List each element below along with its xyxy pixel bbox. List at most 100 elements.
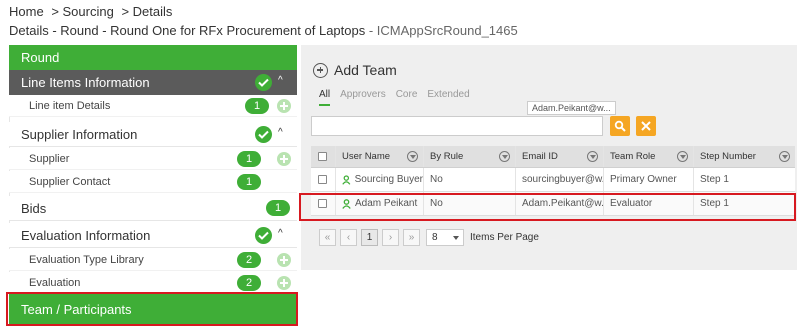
add-icon[interactable] [277,253,291,267]
items-per-page-select[interactable]: 8 [426,229,464,246]
filter-icon[interactable] [587,151,598,162]
current-page[interactable]: 1 [361,229,378,246]
count-badge: 1 [237,151,261,167]
table-row[interactable]: Sourcing Buyer No sourcingbuyer@w... Pri… [311,168,795,192]
sidebar-item-label: Supplier Contact [29,175,111,188]
sidebar: Round Line Items Information ^ Line item… [9,45,297,327]
user-icon [342,174,351,185]
tab-all[interactable]: All [319,89,331,106]
column-label: User Name [342,151,391,162]
filter-icon[interactable] [407,151,418,162]
sidebar-item-label: Line item Details [29,99,111,112]
cell-text: Adam.Peikant@w... [522,198,604,209]
team-table: User Name By Rule Email ID Team Role Ste… [311,146,795,216]
filter-icon[interactable] [779,151,790,162]
breadcrumb-home[interactable]: Home [9,4,44,19]
chevron-up-icon[interactable]: ^ [278,228,283,239]
column-header-by-rule[interactable]: By Rule [424,146,516,167]
sidebar-item-round[interactable]: Round [9,45,297,70]
cell-text: No [430,174,443,185]
sidebar-item-label: Round [21,50,60,65]
close-icon [641,121,651,131]
search-icon [614,120,626,132]
search-input[interactable] [311,116,603,136]
count-badge: 2 [237,252,261,268]
cell-email: Adam.Peikant@w... [516,192,604,215]
cell-user-name: Sourcing Buyer [336,168,424,191]
sidebar-item-evaluation-type-library[interactable]: Evaluation Type Library 2 [9,249,297,271]
column-header-email-id[interactable]: Email ID [516,146,604,167]
items-per-page-label: Items Per Page [470,232,539,243]
sidebar-item-label: Evaluation Type Library [29,253,144,266]
sidebar-item-supplier-information[interactable]: Supplier Information ^ [9,122,297,147]
cell-text: Sourcing Buyer [354,174,423,185]
tooltip: Adam.Peikant@w... [527,101,616,115]
breadcrumb: Home > Sourcing > Details [9,4,176,19]
chevron-up-icon[interactable]: ^ [278,75,283,86]
chevron-up-icon[interactable]: ^ [278,127,283,138]
cell-team-role: Evaluator [604,192,694,215]
add-circle-icon [313,62,328,78]
count-badge: 1 [245,98,269,114]
add-icon[interactable] [277,99,291,113]
sidebar-item-evaluation-information[interactable]: Evaluation Information ^ [9,223,297,248]
select-all-cell [311,146,336,167]
column-header-user-name[interactable]: User Name [336,146,424,167]
column-header-team-role[interactable]: Team Role [604,146,694,167]
check-icon [255,227,272,244]
row-checkbox[interactable] [318,199,327,208]
user-icon [342,198,351,209]
row-checkbox[interactable] [318,175,327,184]
cell-text: Evaluator [610,198,653,209]
count-badge: 2 [237,275,261,291]
last-page-button[interactable]: » [403,229,420,246]
tab-approvers[interactable]: Approvers [340,89,386,100]
filter-icon[interactable] [499,151,510,162]
sidebar-item-supplier-contact[interactable]: Supplier Contact 1 [9,171,297,193]
sidebar-item-team-participants[interactable]: Team / Participants [9,294,297,324]
search-button[interactable] [610,116,630,136]
column-label: Step Number [700,151,756,162]
row-select-cell [311,192,336,215]
sidebar-item-line-item-details[interactable]: Line item Details 1 [9,95,297,117]
count-badge: 1 [266,200,290,216]
cell-text: Adam Peikant [355,198,418,209]
cell-text: Primary Owner [610,174,677,185]
next-page-button[interactable]: › [382,229,399,246]
select-all-checkbox[interactable] [318,152,327,161]
prev-page-button[interactable]: ‹ [340,229,357,246]
cell-team-role: Primary Owner [604,168,694,191]
table-row[interactable]: Adam Peikant No Adam.Peikant@w... Evalua… [311,192,795,216]
breadcrumb-sourcing[interactable]: > Sourcing [51,4,114,19]
sidebar-item-label: Supplier Information [21,126,138,142]
page-title-id: - ICMAppSrcRound_1465 [368,23,518,38]
clear-button[interactable] [636,116,656,136]
cell-text: No [430,198,443,209]
page-title: Details - Round - Round One for RFx Proc… [9,23,518,38]
tab-core[interactable]: Core [396,89,418,100]
check-icon [255,74,272,91]
column-label: Team Role [610,151,656,162]
sidebar-item-label: Supplier [29,152,70,165]
pagination: « ‹ 1 › » 8 Items Per Page [319,229,539,246]
sidebar-item-line-items-information[interactable]: Line Items Information ^ [9,70,297,95]
cell-by-rule: No [424,168,516,191]
sidebar-item-supplier[interactable]: Supplier 1 [9,148,297,170]
sidebar-item-bids[interactable]: Bids 1 [9,196,297,221]
add-team-button[interactable]: Add Team [313,62,397,78]
first-page-button[interactable]: « [319,229,336,246]
add-icon[interactable] [277,276,291,290]
sidebar-item-label: Team / Participants [21,301,132,317]
column-header-step-number[interactable]: Step Number [694,146,795,167]
cell-step-number: Step 1 [694,168,795,191]
add-icon[interactable] [277,152,291,166]
page-title-main: Details - Round - Round One for RFx Proc… [9,23,366,38]
sidebar-item-label: Bids [21,200,47,216]
row-select-cell [311,168,336,191]
sidebar-item-evaluation[interactable]: Evaluation 2 [9,272,297,294]
cell-text: Step 1 [700,198,729,209]
tab-extended[interactable]: Extended [427,89,469,100]
column-label: Email ID [522,151,558,162]
filter-icon[interactable] [677,151,688,162]
column-label: By Rule [430,151,464,162]
